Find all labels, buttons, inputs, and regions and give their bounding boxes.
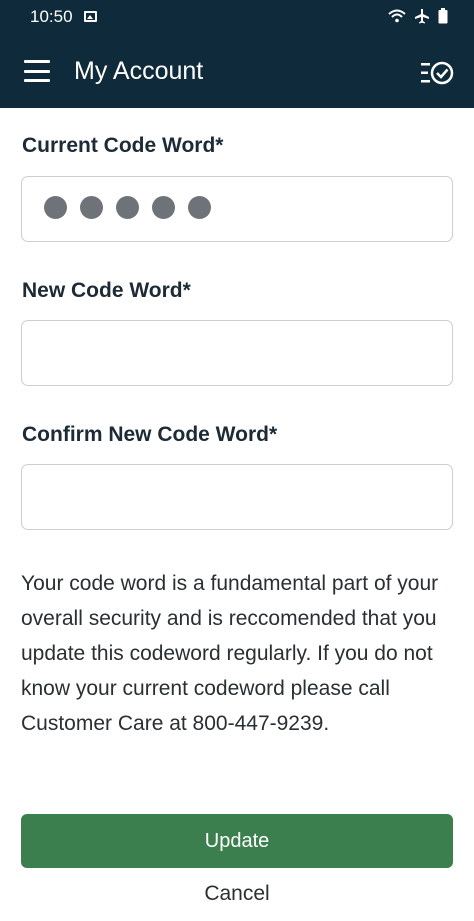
battery-icon xyxy=(438,8,448,24)
update-button[interactable]: Update xyxy=(21,814,453,868)
wifi-icon xyxy=(388,9,406,23)
page-title: My Account xyxy=(74,57,204,85)
masked-password-dots xyxy=(44,196,211,219)
new-code-word-field[interactable] xyxy=(21,320,453,386)
mask-dot xyxy=(152,196,175,219)
code-word-info-text: Your code word is a fundamental part of … xyxy=(21,572,439,735)
mask-dot xyxy=(44,196,67,219)
status-icons xyxy=(388,8,448,24)
new-code-word-label: New Code Word* xyxy=(22,279,191,302)
app-header: 10:50 My Account xyxy=(0,0,474,108)
status-bar: 10:50 xyxy=(0,0,474,34)
hamburger-menu-icon[interactable] xyxy=(24,60,50,82)
current-code-word-label: Current Code Word* xyxy=(22,134,224,157)
mask-dot xyxy=(80,196,103,219)
mask-dot xyxy=(116,196,139,219)
checklist-icon[interactable] xyxy=(420,60,454,86)
confirm-new-code-word-field[interactable] xyxy=(21,464,453,530)
status-time: 10:50 xyxy=(30,7,73,26)
cancel-button[interactable]: Cancel xyxy=(0,882,474,906)
image-icon xyxy=(84,11,97,22)
airplane-icon xyxy=(415,9,429,24)
confirm-new-code-word-label: Confirm New Code Word* xyxy=(22,423,278,446)
mask-dot xyxy=(188,196,211,219)
